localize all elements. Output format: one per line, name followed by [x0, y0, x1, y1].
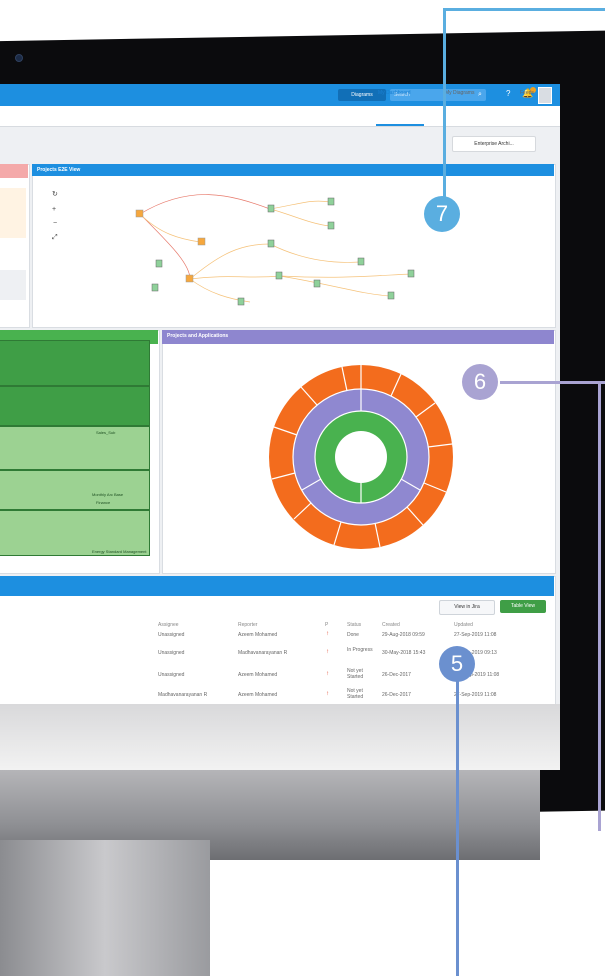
treemap-cell[interactable] — [0, 340, 150, 386]
column-header[interactable]: Created — [382, 622, 400, 628]
cell-reporter: Azeem Mohamed — [238, 672, 278, 678]
cell-status: Not yet Started — [347, 668, 364, 680]
left-widget-row — [0, 188, 26, 238]
projects-applications-title: Projects and Applications — [162, 330, 554, 344]
column-header[interactable]: P — [325, 622, 328, 628]
cell-assignee: Unassigned — [158, 650, 185, 656]
treemap-label: Finance — [96, 500, 111, 505]
monitor-chin — [0, 700, 560, 770]
sunburst-chart[interactable] — [266, 362, 456, 552]
view-in-jira-button[interactable]: View in Jira — [439, 600, 495, 615]
treemap-cell[interactable] — [0, 426, 150, 470]
help-icon[interactable]: ? — [506, 89, 510, 98]
callout-6: 6 — [462, 364, 498, 400]
cell-updated: 27-Sep-2019 11:08 — [454, 692, 497, 698]
column-header[interactable]: Assignee — [158, 622, 179, 628]
treemap-cell[interactable] — [0, 386, 150, 426]
cell-reporter: Madhavanarayanan R — [238, 650, 288, 656]
cell-reporter: Azeem Mohamed — [238, 692, 278, 698]
column-header[interactable]: Reporter — [238, 622, 257, 628]
callout-5-line — [456, 680, 459, 976]
treemap-label: Monthly Arc Base — [92, 492, 124, 497]
cell-status: Done — [347, 632, 359, 638]
column-header[interactable]: Updated — [454, 622, 473, 628]
fit-icon[interactable]: ⤢ — [52, 234, 58, 242]
cell-created: 30-May-2018 15:43 — [382, 650, 426, 656]
enterprise-selector[interactable]: Enterprise Archi... — [452, 136, 536, 152]
e2e-widget-title: Projects E2E View — [32, 164, 554, 176]
column-header[interactable]: Status — [347, 622, 361, 628]
avatar[interactable] — [538, 87, 552, 104]
tab-feeds[interactable]: Feeds — [520, 90, 534, 96]
callout-6-line — [500, 381, 605, 384]
refresh-icon[interactable]: ↻ — [52, 190, 58, 198]
cell-created: 26-Dec-2017 — [382, 672, 411, 678]
tab-my-diagrams[interactable]: My Diagrams — [445, 90, 474, 96]
issues-widget-header — [0, 576, 554, 596]
cell-assignee: Unassigned — [158, 672, 185, 678]
monitor-stand — [0, 840, 210, 976]
table-view-button[interactable]: Table View — [500, 600, 546, 613]
cell-created: 29-Aug-2018 09:59 — [382, 632, 425, 638]
search-icon[interactable]: ⌕ — [478, 91, 482, 99]
callout-7: 7 — [424, 196, 460, 232]
e2e-graph[interactable] — [130, 184, 450, 314]
active-tab-indicator — [376, 124, 424, 126]
callout-7-line — [443, 8, 605, 11]
cell-status: In Progress — [347, 647, 373, 653]
priority-up-icon: ↑ — [326, 631, 329, 637]
zoom-out-icon[interactable]: − — [53, 220, 57, 227]
priority-up-icon: ↑ — [326, 649, 329, 655]
tab-my-dashboard[interactable]: My Dashboard — [378, 90, 411, 96]
left-widget-header — [0, 164, 28, 178]
treemap-cell[interactable] — [0, 470, 150, 510]
cell-reporter: Azeem Mohamed — [238, 632, 278, 638]
priority-up-icon: ↑ — [326, 671, 329, 677]
camera-icon — [15, 54, 23, 62]
nav-bar — [0, 106, 560, 127]
callout-7-line — [443, 8, 446, 198]
treemap-label: Energy Standard Management — [92, 549, 147, 554]
cell-assignee: Unassigned — [158, 632, 185, 638]
cell-assignee: Madhavanarayanan R — [158, 692, 208, 698]
callout-5: 5 — [439, 646, 475, 682]
cell-created: 26-Dec-2017 — [382, 692, 411, 698]
left-widget-row — [0, 270, 26, 300]
callout-6-line — [598, 381, 601, 831]
treemap-label: Sales_Sub — [96, 430, 116, 435]
zoom-in-icon[interactable]: + — [52, 206, 56, 213]
priority-up-icon: ↑ — [326, 691, 329, 697]
cell-updated: 27-Sep-2019 11:08 — [454, 632, 497, 638]
cell-status: Not yet Started — [347, 688, 364, 700]
